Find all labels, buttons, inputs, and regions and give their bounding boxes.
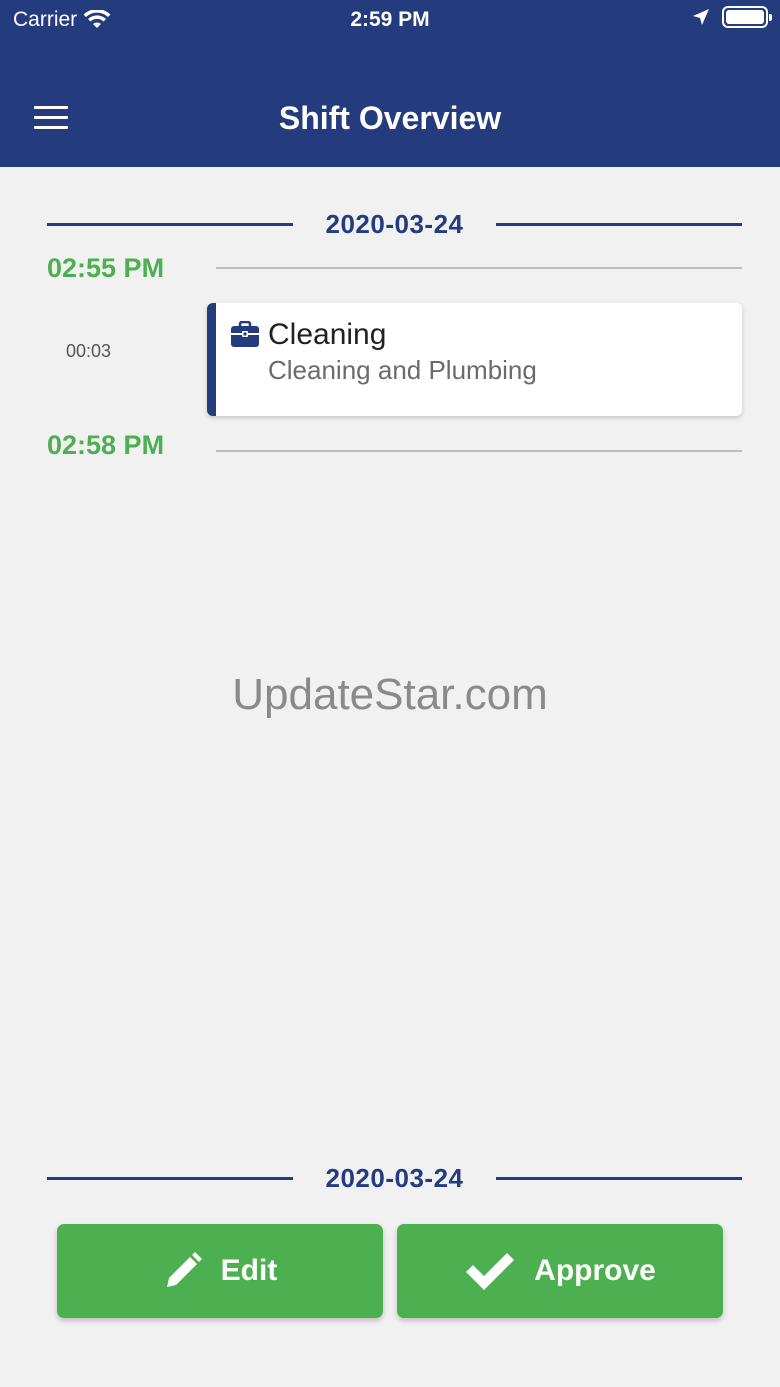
status-clock: 2:59 PM	[350, 8, 430, 31]
status-indicators	[692, 6, 772, 28]
page-title: Shift Overview	[278, 100, 502, 136]
approve-button-label: Approve	[534, 1254, 656, 1287]
shift-duration: 00:03	[66, 341, 112, 361]
date-divider-bottom: 2020-03-24	[47, 1157, 742, 1197]
status-bar: Carrier 2:59 PM	[0, 0, 780, 40]
app-header: Carrier 2:59 PM Shift Overview	[0, 0, 780, 167]
shift-card[interactable]: Cleaning Cleaning and Plumbing	[207, 303, 742, 416]
shift-subtitle: Cleaning and Plumbing	[268, 355, 537, 385]
end-time-label: 02:58 PM	[47, 430, 165, 460]
checkmark-icon	[466, 1253, 515, 1290]
time-rule	[216, 450, 742, 452]
edit-button[interactable]: Edit	[57, 1224, 383, 1318]
pencil-icon	[166, 1252, 202, 1287]
start-time-label: 02:55 PM	[47, 253, 165, 283]
shift-title: Cleaning	[268, 318, 387, 351]
briefcase-icon	[231, 321, 259, 347]
time-rule	[216, 267, 742, 269]
battery-icon	[722, 6, 772, 28]
date-divider-top: 2020-03-24	[47, 203, 742, 243]
approve-button[interactable]: Approve	[397, 1224, 723, 1318]
watermark-text: UpdateStar.com	[232, 670, 548, 719]
divider-line	[496, 223, 742, 226]
divider-line	[496, 1177, 742, 1180]
edit-button-label: Edit	[220, 1254, 278, 1287]
location-arrow-icon	[693, 9, 709, 25]
